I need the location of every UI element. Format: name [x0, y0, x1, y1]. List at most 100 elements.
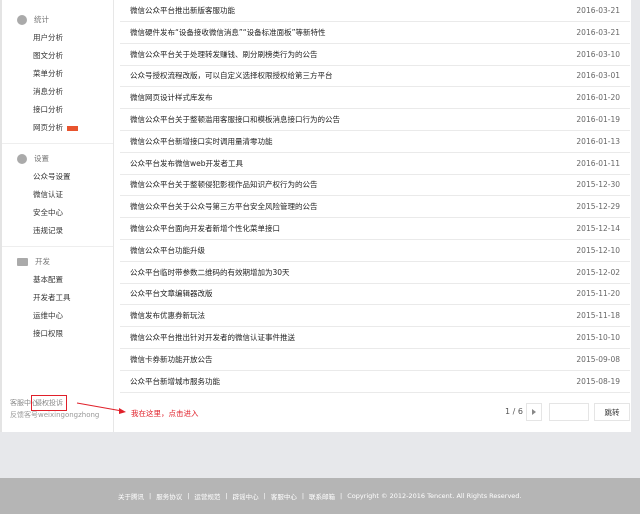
- footer-link[interactable]: 关于腾讯: [118, 491, 144, 501]
- footer-link[interactable]: 辟谣中心: [233, 491, 259, 501]
- notice-row[interactable]: 微信卡券新功能开放公告 2015-09-08: [120, 349, 630, 371]
- sidebar-item-label: 图文分析: [33, 51, 63, 60]
- footer-link[interactable]: 联系邮箱: [309, 491, 335, 501]
- sidebar-item[interactable]: 用户分析: [33, 32, 63, 43]
- notice-row[interactable]: 微信公众平台面向开发者新增个性化菜单接口 2015-12-14: [120, 218, 630, 240]
- notice-title[interactable]: 微信公众平台推出针对开发者的微信认证事件推送: [130, 332, 295, 343]
- notice-date: 2015-10-10: [576, 333, 620, 342]
- sidebar: 统计用户分析图文分析菜单分析消息分析接口分析网页分析设置公众号设置微信认证安全中…: [2, 0, 114, 432]
- notice-title[interactable]: 微信公众平台关于整顿侵犯影视作品知识产权行为的公告: [130, 179, 318, 190]
- notice-row[interactable]: 微信公众平台关于处理转发赚钱、刷分刷榜类行为的公告 2016-03-10: [120, 44, 630, 66]
- footer-separator: |: [263, 492, 266, 500]
- sidebar-item[interactable]: 运维中心: [33, 310, 63, 321]
- sidebar-item-label: 安全中心: [33, 208, 63, 217]
- notice-date: 2016-03-01: [576, 71, 620, 81]
- sidebar-item[interactable]: 消息分析: [33, 86, 63, 97]
- sidebar-item[interactable]: 接口分析: [33, 104, 63, 115]
- next-page-button[interactable]: [526, 403, 542, 421]
- sidebar-group-header: 开发: [17, 256, 50, 267]
- notice-row[interactable]: 公众平台发布微信web开发者工具 2016-01-11: [120, 153, 630, 175]
- notice-date: 2015-08-19: [576, 376, 620, 386]
- notice-date: 2016-03-21: [576, 6, 620, 15]
- new-badge: [67, 125, 78, 131]
- notice-date: 2016-01-20: [576, 93, 620, 103]
- notice-row[interactable]: 公众号授权流程改版，可以自定义选择权限授权给第三方平台 2016-03-01: [120, 65, 630, 88]
- sidebar-item-label: 微信认证: [33, 190, 63, 199]
- notice-row[interactable]: 微信网页设计样式库发布 2016-01-20: [120, 87, 630, 110]
- notice-date: 2015-12-14: [576, 224, 620, 233]
- notice-row[interactable]: 微信公众平台关于整顿侵犯影视作品知识产权行为的公告 2015-12-30: [120, 174, 630, 197]
- sidebar-item[interactable]: 菜单分析: [33, 68, 63, 79]
- notice-date: 2016-01-11: [576, 158, 620, 168]
- notice-title[interactable]: 公众平台临时带参数二维码的有效期增加为30天: [130, 267, 290, 278]
- notice-title[interactable]: 公众平台发布微信web开发者工具: [130, 158, 243, 169]
- code-icon: [17, 257, 28, 266]
- notice-date: 2015-12-02: [576, 267, 620, 277]
- notice-row[interactable]: 微信硬件发布“设备接收微信消息”“设备标准面板”等新特性 2016-03-21: [120, 22, 630, 44]
- sidebar-item-label: 菜单分析: [33, 69, 63, 78]
- notice-row[interactable]: 微信公众平台功能升级 2015-12-10: [120, 240, 630, 262]
- annotation-arrow-icon: [76, 402, 126, 414]
- notice-title[interactable]: 公众平台新增城市服务功能: [130, 376, 220, 387]
- sidebar-item-label: 公众号设置: [33, 172, 71, 181]
- notice-title[interactable]: 微信卡券新功能开放公告: [130, 354, 213, 365]
- notice-date: 2016-01-13: [576, 136, 620, 146]
- notice-title[interactable]: 微信公众平台新增接口实时调用量清零功能: [130, 136, 273, 147]
- sidebar-item[interactable]: 公众号设置: [33, 171, 71, 182]
- notice-row[interactable]: 微信公众平台新增接口实时调用量清零功能 2016-01-13: [120, 131, 630, 153]
- footer-separator: |: [149, 492, 152, 500]
- notice-title[interactable]: 公众号授权流程改版，可以自定义选择权限授权给第三方平台: [130, 70, 333, 81]
- notice-row[interactable]: 微信公众平台推出针对开发者的微信认证事件推送 2015-10-10: [120, 327, 630, 349]
- notice-date: 2015-11-20: [576, 289, 620, 299]
- sidebar-item-label: 运维中心: [33, 311, 63, 320]
- group-title: 设置: [34, 154, 49, 163]
- jump-button[interactable]: 跳转: [594, 403, 630, 421]
- sidebar-divider: [2, 143, 113, 144]
- complaint-link[interactable]: 侵权投诉: [31, 395, 67, 411]
- notice-date: 2016-03-21: [576, 27, 620, 37]
- sidebar-item[interactable]: 安全中心: [33, 207, 63, 218]
- notice-title[interactable]: 微信发布优惠券新玩法: [130, 310, 205, 321]
- footer-separator: |: [225, 492, 228, 500]
- notice-title[interactable]: 微信公众平台面向开发者新增个性化菜单接口: [130, 223, 280, 234]
- notice-title[interactable]: 微信硬件发布“设备接收微信消息”“设备标准面板”等新特性: [130, 27, 326, 38]
- sidebar-item-label: 消息分析: [33, 87, 63, 96]
- notice-title[interactable]: 微信网页设计样式库发布: [130, 92, 213, 103]
- sidebar-group-header: 统计: [17, 14, 49, 25]
- sidebar-item[interactable]: 接口权限: [33, 328, 63, 339]
- notice-row[interactable]: 公众平台新增城市服务功能 2015-08-19: [120, 371, 630, 393]
- notice-date: 2015-12-30: [576, 180, 620, 190]
- notice-date: 2015-12-29: [576, 202, 620, 212]
- sidebar-item[interactable]: 开发者工具: [33, 292, 71, 303]
- sidebar-item-label: 用户分析: [33, 33, 63, 42]
- sidebar-item[interactable]: 基本配置: [33, 274, 63, 285]
- notice-title[interactable]: 微信公众平台关于整顿滥用客服接口和模板消息接口行为的公告: [130, 114, 340, 125]
- notice-title[interactable]: 公众平台文章编辑器改版: [130, 288, 213, 299]
- annotation-text: 我在这里，点击进入: [131, 409, 199, 418]
- notice-title[interactable]: 微信公众平台关于公众号第三方平台安全风险管理的公告: [130, 201, 318, 212]
- notice-title[interactable]: 微信公众平台功能升级: [130, 245, 205, 256]
- notice-row[interactable]: 微信公众平台推出新版客服功能 2016-03-21: [120, 0, 630, 22]
- notice-row[interactable]: 微信发布优惠券新玩法 2015-11-18: [120, 305, 630, 328]
- footer-link[interactable]: 客服中心: [271, 491, 297, 501]
- notice-row[interactable]: 公众平台临时带参数二维码的有效期增加为30天 2015-12-02: [120, 262, 630, 284]
- notice-row[interactable]: 公众平台文章编辑器改版 2015-11-20: [120, 283, 630, 306]
- page-jump-input[interactable]: [549, 403, 589, 421]
- footer-separator: |: [301, 492, 305, 500]
- footer-link[interactable]: 运营规范: [194, 491, 220, 501]
- footer-link[interactable]: 服务协议: [156, 491, 182, 501]
- sidebar-item-label: 网页分析: [33, 123, 63, 132]
- copyright: Copyright © 2012-2016 Tencent. All Right…: [347, 492, 522, 500]
- sidebar-item-label: 基本配置: [33, 275, 63, 284]
- notice-title[interactable]: 微信公众平台关于处理转发赚钱、刷分刷榜类行为的公告: [130, 49, 318, 60]
- notice-row[interactable]: 微信公众平台关于整顿滥用客服接口和模板消息接口行为的公告 2016-01-19: [120, 109, 630, 131]
- footer-separator: |: [340, 492, 343, 500]
- notice-row[interactable]: 微信公众平台关于公众号第三方平台安全风险管理的公告 2015-12-29: [120, 196, 630, 219]
- sidebar-item[interactable]: 违规记录: [33, 225, 63, 236]
- notice-title[interactable]: 微信公众平台推出新版客服功能: [130, 5, 235, 16]
- notice-date: 2016-01-19: [576, 115, 620, 124]
- sidebar-item[interactable]: 微信认证: [33, 189, 63, 200]
- sidebar-item[interactable]: 网页分析: [33, 122, 78, 133]
- sidebar-item[interactable]: 图文分析: [33, 50, 63, 61]
- sidebar-divider: [2, 246, 113, 247]
